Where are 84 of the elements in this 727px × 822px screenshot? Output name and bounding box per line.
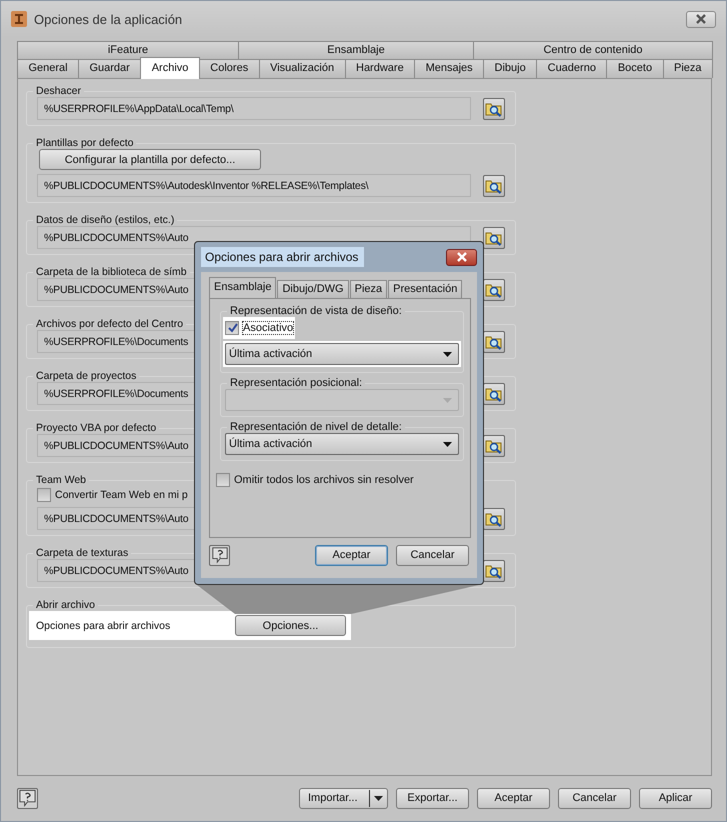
tab[interactable]: Cuaderno: [536, 59, 608, 78]
section-label: Team Web: [35, 474, 87, 486]
dialog-button[interactable]: Aceptar: [315, 544, 388, 566]
tab[interactable]: Presentación: [388, 280, 462, 298]
section-label: Carpeta de texturas: [35, 547, 130, 559]
browse-button[interactable]: [483, 382, 505, 404]
path-field[interactable]: %PUBLICDOCUMENTS%\Autodesk\Inventor %RELEASE%\Templates\: [37, 174, 471, 197]
checkbox-label: Convertir Team Web en mi p: [55, 489, 188, 501]
dropdown-arrow-icon: [443, 398, 452, 402]
folder-search-icon: [485, 438, 503, 454]
help-button[interactable]: [17, 788, 38, 808]
help-icon: [18, 788, 37, 808]
browse-button[interactable]: [483, 560, 505, 582]
window-title: Opciones de la aplicación: [34, 12, 184, 26]
section-label: Abrir archivo: [35, 599, 96, 611]
checkbox-label: Asociativo: [243, 322, 294, 334]
tab[interactable]: Dibujo/DWG: [277, 280, 349, 298]
dialog-button[interactable]: Cancelar: [396, 544, 469, 566]
checkbox[interactable]: [225, 321, 239, 335]
checkbox[interactable]: [216, 473, 230, 487]
help-button[interactable]: [209, 544, 230, 566]
dropdown-arrow-icon: [443, 442, 452, 446]
folder-search-icon: [485, 386, 503, 402]
folder-search-icon: [485, 100, 503, 116]
group-label: Representación de vista de diseño:: [229, 305, 403, 317]
dialog-button[interactable]: Aplicar: [639, 788, 712, 808]
tab[interactable]: Visualización: [258, 59, 346, 78]
browse-button[interactable]: [483, 226, 505, 248]
section-label: Carpeta de la biblioteca de símb: [35, 266, 188, 278]
tab[interactable]: Pieza: [350, 280, 388, 298]
section-label: Plantillas por defecto: [35, 137, 134, 149]
group-label: Representación posicional:: [229, 377, 364, 389]
tab[interactable]: Ensamblaje: [209, 277, 276, 298]
tab[interactable]: Centro de contenido: [473, 41, 713, 59]
folder-search-icon: [485, 230, 503, 246]
close-button[interactable]: [686, 10, 716, 28]
help-icon: [210, 546, 228, 564]
folder-search-icon: [485, 562, 503, 578]
option-label: Opciones para abrir archivos: [36, 620, 170, 632]
folder-search-icon: [485, 178, 503, 194]
section-label: Datos de diseño (estilos, etc.): [35, 214, 176, 226]
dialog-button[interactable]: Exportar...: [396, 788, 469, 808]
dialog-title: Opciones para abrir archivos: [201, 247, 364, 267]
checkbox-label: Omitir todos los archivos sin resolver: [234, 474, 414, 486]
browse-button[interactable]: [483, 174, 505, 196]
browse-button[interactable]: [483, 508, 505, 530]
section-label: Carpeta de proyectos: [35, 370, 138, 382]
tab[interactable]: Hardware: [344, 59, 416, 78]
tab[interactable]: Guardar: [78, 59, 142, 78]
close-icon: [695, 14, 707, 24]
dialog-button[interactable]: Aceptar: [477, 788, 550, 808]
browse-button[interactable]: [483, 434, 505, 456]
path-field[interactable]: %USERPROFILE%\AppData\Local\Temp\: [37, 97, 471, 120]
tab[interactable]: Boceto: [606, 59, 664, 78]
dropdown[interactable]: Última activación: [225, 433, 459, 455]
tab[interactable]: Mensajes: [414, 59, 484, 78]
import-button[interactable]: Importar...: [299, 788, 388, 808]
folder-search-icon: [485, 334, 503, 350]
checkbox[interactable]: [37, 488, 51, 502]
dropdown-arrow-icon: [443, 352, 452, 356]
dialog-button[interactable]: Cancelar: [558, 788, 631, 808]
tab[interactable]: General: [17, 59, 80, 78]
section-label: Archivos por defecto del Centro: [35, 318, 184, 330]
app-icon: [11, 11, 27, 27]
tab[interactable]: Archivo: [140, 57, 200, 79]
browse-button[interactable]: [483, 278, 505, 300]
options-button[interactable]: Opciones...: [235, 615, 346, 636]
section-label: Deshacer: [35, 85, 82, 97]
dropdown[interactable]: Última activación: [225, 343, 459, 365]
folder-search-icon: [485, 282, 503, 298]
tab[interactable]: Pieza: [662, 59, 713, 78]
configure-button[interactable]: Configurar la plantilla por defecto...: [39, 149, 261, 170]
section-label: Proyecto VBA por defecto: [35, 422, 158, 434]
tab[interactable]: iFeature: [17, 41, 239, 59]
dropdown-arrow-icon: [374, 796, 383, 800]
browse-button[interactable]: [483, 98, 505, 120]
close-icon: [456, 252, 468, 262]
group-label: Representación de nivel de detalle:: [229, 421, 403, 433]
close-button[interactable]: [446, 248, 477, 266]
folder-search-icon: [485, 510, 503, 526]
tab[interactable]: Colores: [198, 59, 260, 78]
tab[interactable]: Ensamblaje: [238, 41, 474, 59]
tab[interactable]: Dibujo: [483, 59, 538, 78]
browse-button[interactable]: [483, 330, 505, 352]
